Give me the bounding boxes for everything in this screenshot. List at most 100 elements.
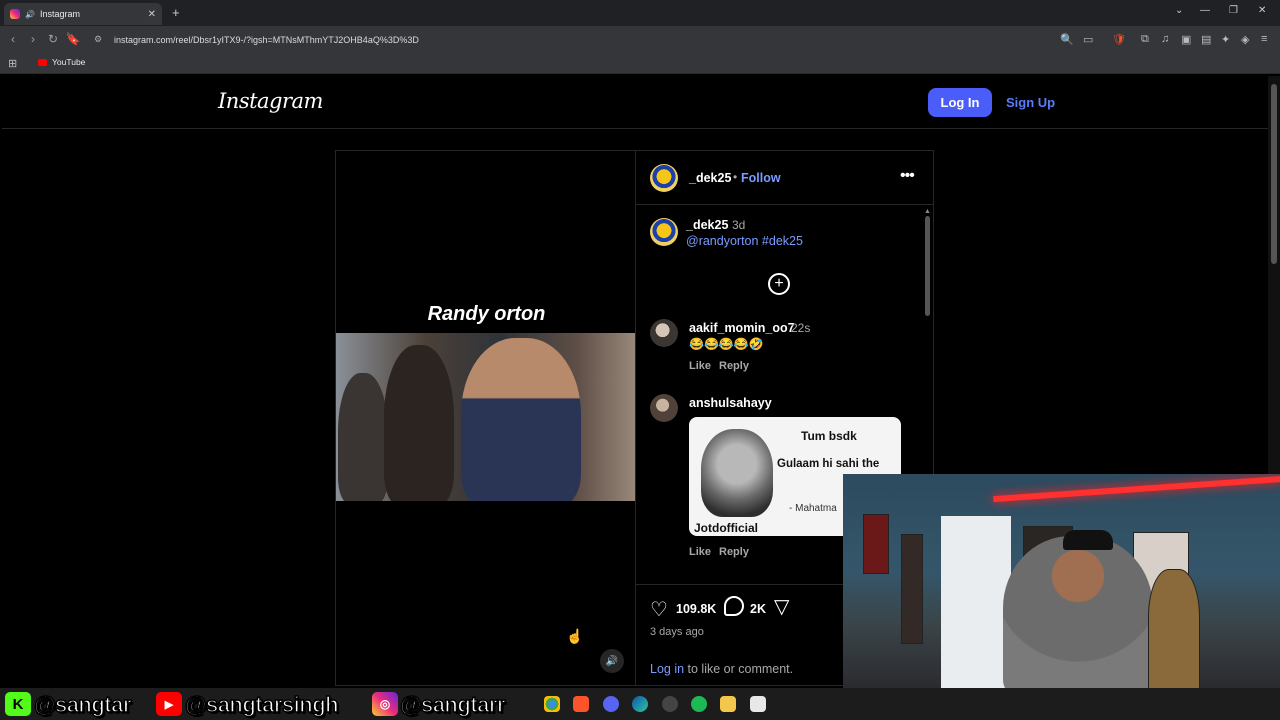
reel-frame-image [336, 333, 635, 501]
kick-icon: K [5, 692, 31, 716]
post-age: 3 days ago [650, 626, 704, 638]
new-tab-button[interactable]: + [172, 5, 180, 20]
chrome-taskbar-icon[interactable] [544, 696, 560, 712]
author-username[interactable]: _dek25 [689, 171, 731, 185]
comments-scrollbar-thumb[interactable] [925, 216, 930, 316]
close-tab-icon[interactable]: ✕ [148, 9, 156, 20]
tab-search-icon[interactable]: ⌄ [1175, 5, 1183, 16]
comment-like-button[interactable]: Like [689, 360, 711, 372]
forward-icon[interactable]: › [25, 32, 41, 46]
bookmarks-bar: ⊞ YouTube [0, 54, 1280, 74]
share-icon[interactable]: ▽ [774, 594, 789, 619]
instagram-header: Instagram Log In Sign Up [2, 76, 1268, 129]
bookmark-youtube[interactable]: YouTube [38, 57, 85, 67]
led-strip [993, 475, 1280, 503]
discord-taskbar-icon[interactable] [603, 696, 619, 712]
media-icon[interactable]: ♫ [1161, 33, 1169, 45]
like-heart-icon[interactable]: ♡ [650, 597, 668, 622]
file-explorer-taskbar-icon[interactable] [720, 696, 736, 712]
comment-count: 2K [750, 602, 766, 616]
menu-icon[interactable]: ≡ [1261, 33, 1267, 45]
browser-tab[interactable]: 🔊 Instagram ✕ [4, 3, 162, 25]
obs-taskbar-icon[interactable] [662, 696, 678, 712]
meme-line-2: Gulaam hi sahi the [777, 458, 880, 470]
signup-link[interactable]: Sign Up [1006, 95, 1055, 110]
page-scrollbar-thumb[interactable] [1271, 84, 1277, 264]
back-icon[interactable]: ‹ [5, 32, 21, 46]
browser-tab-bar: 🔊 Instagram ✕ + ⌄ — ❐ ✕ [0, 0, 1280, 26]
close-window-icon[interactable]: ✕ [1258, 5, 1266, 16]
comment-avatar[interactable] [650, 394, 678, 422]
site-info-icon[interactable]: ⚙ [94, 34, 102, 45]
bookmark-icon[interactable]: 🔖 [65, 32, 81, 46]
streamer-cap [1063, 530, 1113, 550]
poster [863, 514, 889, 574]
post-header: _dek25 • Follow ••• [636, 151, 934, 205]
mute-button[interactable]: 🔊 [600, 649, 624, 673]
author-avatar[interactable] [650, 164, 678, 192]
instagram-logo[interactable]: Instagram [218, 89, 323, 113]
cast-icon[interactable]: ▭ [1083, 33, 1093, 46]
sidebar-icon[interactable]: ▣ [1181, 33, 1191, 46]
minimize-icon[interactable]: — [1200, 5, 1210, 16]
scroll-up-icon[interactable]: ▲ [924, 208, 931, 215]
bookmark-youtube-label: YouTube [52, 57, 86, 67]
follow-button[interactable]: Follow [741, 171, 781, 185]
comment-reply-button[interactable]: Reply [719, 546, 749, 558]
webcam-overlay [843, 474, 1280, 690]
comment-username[interactable]: anshulsahayy [689, 396, 772, 410]
tab-title: Instagram [39, 9, 80, 19]
caption-text[interactable]: @randyorton #dek25 [686, 234, 803, 248]
kick-handle: @sangtar [33, 691, 132, 718]
person-right [461, 338, 581, 501]
edge-taskbar-icon[interactable] [632, 696, 648, 712]
reel-video[interactable]: Randy orton 🔊 [335, 150, 636, 686]
comment-icon[interactable] [724, 596, 744, 616]
login-button[interactable]: Log In [928, 88, 992, 117]
brave-taskbar-icon[interactable] [573, 696, 589, 712]
instagram-handle: @sangtarr [399, 691, 506, 718]
figure [1148, 569, 1200, 689]
poster [901, 534, 923, 644]
url-text: instagram.com/reel/Dbsr1yITX9-/?igsh=MTN… [114, 35, 419, 45]
comment-username[interactable]: aakif_momin_oo7 [689, 321, 795, 335]
apps-grid-icon[interactable]: ⊞ [8, 57, 17, 70]
caption-username[interactable]: _dek25 [686, 218, 728, 232]
like-count: 109.8K [676, 602, 717, 616]
reload-icon[interactable]: ↻ [45, 32, 61, 46]
load-more-plus-icon[interactable]: + [768, 273, 790, 295]
meme-line-1: Tum bsdk [801, 429, 857, 443]
mouse-cursor-icon: ☝ [566, 628, 584, 644]
comment-avatar[interactable] [650, 319, 678, 347]
leo-icon[interactable]: ✦ [1221, 33, 1230, 46]
speaker-icon[interactable]: 🔊 [25, 10, 35, 19]
comment-text: 😂😂😂😂🤣 [689, 337, 764, 351]
stream-banner: K @sangtar ▶ @sangtarsingh ◎ @sangtarr [0, 688, 1280, 720]
zoom-icon[interactable]: 🔍 [1060, 33, 1074, 46]
youtube-icon [38, 58, 47, 66]
comment-time: 22s [791, 321, 811, 335]
more-options-icon[interactable]: ••• [900, 167, 915, 185]
person-left [338, 373, 388, 501]
comment-reply-button[interactable]: Reply [719, 360, 749, 372]
restore-icon[interactable]: ❐ [1229, 5, 1238, 16]
extensions-icon[interactable]: ⧉ [1141, 33, 1149, 46]
login-prompt: Log in to like or comment. [650, 662, 793, 676]
app-taskbar-icon[interactable] [750, 696, 766, 712]
person-middle [384, 345, 454, 501]
login-link[interactable]: Log in [650, 662, 684, 676]
youtube-logo-icon: ▶ [156, 692, 182, 716]
spotify-taskbar-icon[interactable] [691, 696, 707, 712]
brave-shield-icon[interactable]: 🛡 [1112, 33, 1126, 46]
vpn-icon[interactable]: ◈ [1241, 33, 1249, 46]
comment-like-button[interactable]: Like [689, 546, 711, 558]
meme-watermark: Jotdofficial [694, 521, 759, 535]
wallet-icon[interactable]: ▤ [1201, 33, 1211, 46]
instagram-favicon-icon [10, 9, 20, 19]
separator-dot: • [733, 170, 738, 184]
reel-caption: Randy orton [427, 303, 546, 325]
address-bar[interactable]: ⚙ instagram.com/reel/Dbsr1yITX9-/?igsh=M… [86, 30, 1136, 50]
caption-avatar[interactable] [650, 218, 678, 246]
instagram-logo-icon: ◎ [372, 692, 398, 716]
login-prompt-text: to like or comment. [684, 662, 794, 676]
